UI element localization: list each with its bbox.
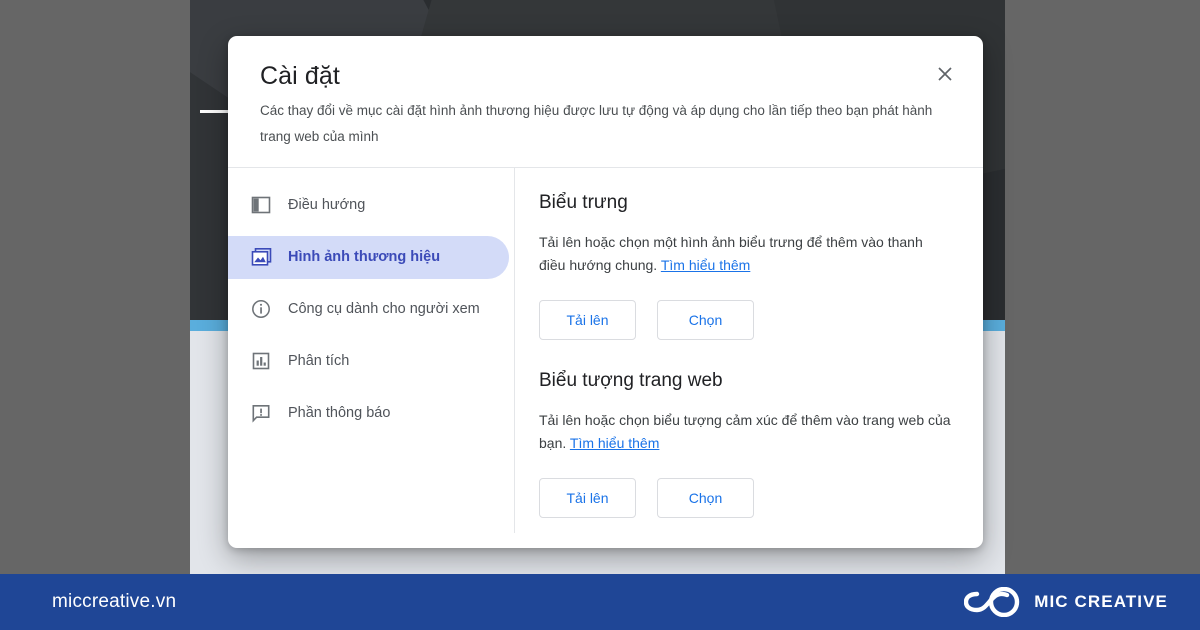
sidebar-item-navigation[interactable]: Điều hướng <box>228 184 514 227</box>
choose-button[interactable]: Chọn <box>657 299 754 340</box>
section-title: Biểu tượng trang web <box>539 369 723 391</box>
dialog-sidebar: Điều hướng Hình ảnh thương hiệu Công cụ … <box>228 167 515 533</box>
upload-button[interactable]: Tải lên <box>539 299 636 340</box>
upload-button[interactable]: Tải lên <box>539 478 636 518</box>
screenshot-root: Cài đặt Các thay đổi về mục cài đặt hình… <box>0 0 1200 630</box>
bar-chart-icon <box>250 350 272 372</box>
banner-website-url: miccreative.vn <box>52 591 177 612</box>
page-title: Cài đặt <box>260 62 340 90</box>
dialog-header: Cài đặt Các thay đổi về mục cài đặt hình… <box>228 36 983 168</box>
announcement-icon <box>250 402 272 424</box>
section-favicon: Biểu tượng trang web Tải lên hoặc chọn b… <box>539 370 953 518</box>
settings-dialog: Cài đặt Các thay đổi về mục cài đặt hình… <box>228 36 983 548</box>
footer-banner: miccreative.vn MIC CREATIVE <box>0 574 1200 630</box>
photo-library-icon <box>250 246 272 268</box>
navigation-layout-icon <box>250 194 272 216</box>
section-button-row: Tải lên Chọn <box>539 478 953 518</box>
banner-brand-name: MIC CREATIVE <box>1034 592 1168 611</box>
sidebar-item-label: Công cụ dành cho người xem <box>288 301 480 318</box>
info-circle-icon <box>250 298 272 320</box>
dialog-content: Biểu trưng Tải lên hoặc chọn một hình ản… <box>515 168 983 533</box>
sidebar-item-branding[interactable]: Hình ảnh thương hiệu <box>228 235 509 279</box>
sidebar-item-analytics[interactable]: Phân tích <box>228 340 514 383</box>
section-description: Tải lên hoặc chọn biểu tượng cảm xúc để … <box>539 409 953 455</box>
section-title: Biểu trưng <box>539 191 628 213</box>
sidebar-item-label: Phân tích <box>288 353 350 370</box>
dialog-body: Điều hướng Hình ảnh thương hiệu Công cụ … <box>228 167 983 533</box>
sidebar-item-viewer-tools[interactable]: Công cụ dành cho người xem <box>228 288 514 331</box>
close-button[interactable] <box>927 56 963 92</box>
close-icon <box>938 67 952 81</box>
learn-more-link[interactable]: Tìm hiểu thêm <box>661 257 750 273</box>
section-logo: Biểu trưng Tải lên hoặc chọn một hình ản… <box>539 192 953 340</box>
infinity-loop-logo <box>964 587 1020 617</box>
section-button-row: Tải lên Chọn <box>539 299 953 340</box>
sidebar-item-label: Phần thông báo <box>288 405 391 422</box>
sidebar-item-label: Hình ảnh thương hiệu <box>288 249 441 266</box>
sidebar-item-announcement[interactable]: Phần thông báo <box>228 392 514 435</box>
sidebar-item-label: Điều hướng <box>288 197 366 214</box>
banner-brand-logo: MIC CREATIVE <box>964 587 1168 617</box>
choose-button[interactable]: Chọn <box>657 478 754 518</box>
dialog-subtitle: Các thay đổi về mục cài đặt hình ảnh thư… <box>260 103 933 145</box>
section-description: Tải lên hoặc chọn một hình ảnh biểu trưn… <box>539 231 953 277</box>
learn-more-link[interactable]: Tìm hiểu thêm <box>570 435 659 451</box>
